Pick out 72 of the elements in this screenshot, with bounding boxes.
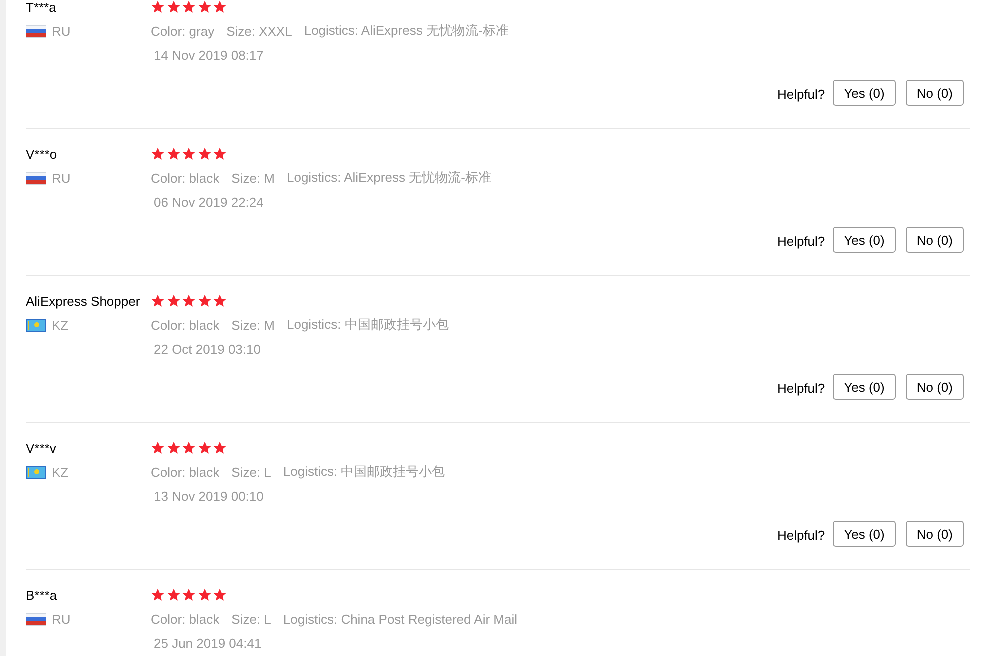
star-icon — [166, 147, 180, 161]
size-attribute: Size: M — [232, 318, 275, 332]
size-attribute: Size: M — [232, 170, 275, 186]
yes-button[interactable]: Yes (0) — [833, 521, 896, 547]
star-icon — [198, 147, 212, 161]
country-code: RU — [52, 170, 71, 186]
reviewer-name: T***a — [26, 0, 56, 14]
star-icon — [151, 147, 165, 161]
star-icon — [198, 441, 212, 455]
helpful-label: Helpful? — [777, 527, 826, 543]
star-icon — [182, 0, 196, 14]
star-icon — [166, 294, 180, 308]
logistics-attribute: Logistics: AliExpress 无忧物流-标准 — [304, 22, 509, 40]
flag-icon — [26, 466, 46, 478]
country-code: RU — [52, 612, 71, 626]
star-icon — [198, 0, 212, 14]
country-code: RU — [52, 24, 71, 38]
star-icon — [166, 588, 180, 602]
flag-icon — [26, 24, 46, 38]
star-icon — [151, 588, 165, 602]
no-button[interactable]: No (0) — [906, 80, 964, 106]
helpful-label: Helpful? — [777, 380, 826, 396]
star-icon — [182, 441, 196, 455]
star-icon — [213, 0, 227, 14]
color-attribute: Color: gray — [151, 24, 215, 38]
flag-icon — [26, 318, 46, 332]
logistics-attribute: Logistics: China Post Registered Air Mail — [283, 612, 518, 626]
flag-icon — [26, 172, 46, 184]
color-attribute: Color: black — [151, 318, 220, 332]
no-button[interactable]: No (0) — [906, 374, 964, 400]
reviewer-name: AliExpress Shopper — [26, 294, 140, 308]
yes-button[interactable]: Yes (0) — [833, 227, 896, 253]
star-icon — [213, 588, 227, 602]
star-icon — [166, 0, 180, 14]
no-button[interactable]: No (0) — [906, 521, 964, 547]
color-attribute: Color: black — [151, 612, 220, 626]
review-date: 14 Nov 2019 08:17 — [154, 48, 264, 62]
flag-icon — [26, 612, 46, 626]
color-attribute: Color: black — [151, 170, 220, 186]
logistics-attribute: Logistics: AliExpress 无忧物流-标准 — [286, 169, 492, 187]
reviewer-name: B***a — [26, 588, 58, 602]
size-attribute: Size: L — [232, 464, 272, 480]
star-icon — [182, 147, 196, 161]
size-attribute: Size: L — [232, 612, 272, 626]
helpful-label: Helpful? — [777, 233, 826, 249]
yes-button[interactable]: Yes (0) — [833, 374, 896, 400]
star-icon — [151, 294, 165, 308]
star-icon — [151, 441, 165, 455]
review-date: 22 Oct 2019 03:10 — [154, 342, 261, 356]
star-icon — [182, 294, 196, 308]
star-icon — [198, 294, 212, 308]
helpful-label: Helpful? — [777, 86, 826, 102]
logistics-attribute: Logistics: 中国邮政挂号小包 — [286, 316, 449, 334]
reviewer-name: V***v — [26, 440, 56, 456]
logistics-attribute: Logistics: 中国邮政挂号小包 — [283, 463, 446, 481]
color-attribute: Color: black — [151, 464, 220, 480]
review-date: 25 Jun 2019 04:41 — [154, 636, 262, 650]
country-code: KZ — [52, 464, 69, 480]
star-icon — [198, 588, 212, 602]
star-icon — [213, 147, 227, 161]
size-attribute: Size: XXXL — [226, 24, 292, 38]
review-date: 06 Nov 2019 22:24 — [154, 194, 264, 210]
no-button[interactable]: No (0) — [906, 227, 964, 253]
yes-button[interactable]: Yes (0) — [833, 80, 896, 106]
star-icon — [166, 441, 180, 455]
star-icon — [151, 0, 165, 14]
reviewer-name: V***o — [26, 146, 58, 162]
star-icon — [213, 294, 227, 308]
country-code: KZ — [52, 318, 69, 332]
review-date: 13 Nov 2019 00:10 — [154, 488, 264, 504]
star-icon — [182, 588, 196, 602]
star-icon — [213, 441, 227, 455]
